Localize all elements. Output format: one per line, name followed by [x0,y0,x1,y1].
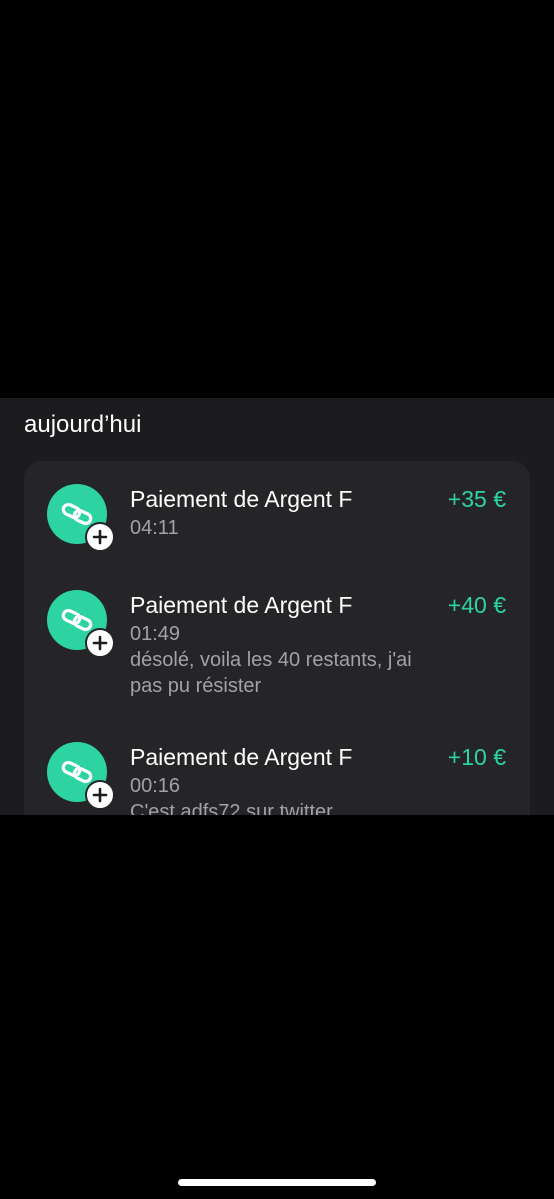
transaction-note: désolé, voila les 40 restants, j'ai pas … [130,649,412,697]
plus-icon [85,780,115,810]
transaction-title: Paiement de Argent F [130,486,353,512]
transaction-row[interactable]: Paiement de Argent F 01:49 désolé, voila… [24,567,530,719]
section-title: aujourd’hui [24,411,142,438]
transaction-avatar [47,742,115,810]
transaction-amount: +10 € [447,744,506,770]
home-indicator[interactable] [178,1179,376,1186]
transaction-avatar [47,590,115,658]
plus-icon [85,522,115,552]
transaction-time: 00:16 [130,775,181,797]
transaction-avatar [47,484,115,552]
transactions-card: Paiement de Argent F 04:11 +35 € Paiemen… [24,461,530,815]
transaction-amount: +35 € [447,486,506,512]
transactions-panel: aujourd’hui Paiement de Argent F 04:11 +… [0,398,554,815]
transaction-title: Paiement de Argent F [130,744,353,770]
transaction-time: 04:11 [130,517,179,539]
transaction-row[interactable]: Paiement de Argent F 00:16 C'est adfs72 … [24,719,530,815]
transaction-time: 01:49 [130,623,181,645]
transaction-row[interactable]: Paiement de Argent F 04:11 +35 € [24,461,530,567]
transaction-note: C'est adfs72 sur twitter [130,801,333,815]
plus-icon [85,628,115,658]
transaction-amount: +40 € [447,592,506,618]
transaction-title: Paiement de Argent F [130,592,353,618]
